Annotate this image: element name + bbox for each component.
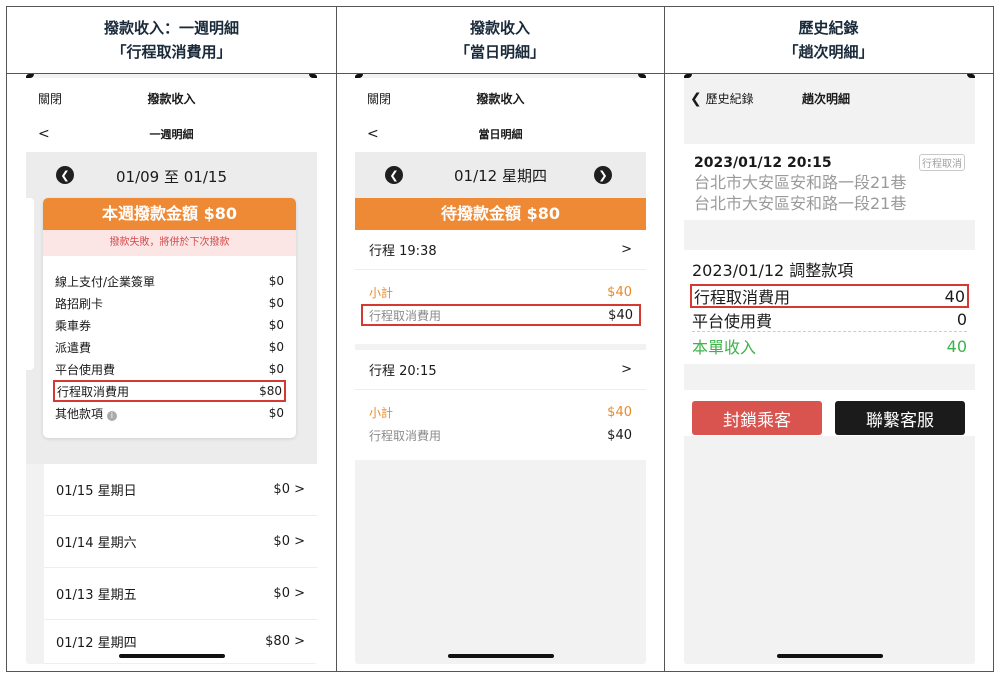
weekly-summary-area: ❮ 01/09 至 01/15 本週撥款金額 $80 撥款失敗，將併於下次撥款 …: [26, 152, 317, 464]
breakdown-row-street-card: 路招刷卡 $0: [55, 296, 284, 311]
trip-cancel-fee: 行程取消費用 $40: [369, 427, 632, 443]
breakdown-row-online: 線上支付/企業簽單 $0: [55, 274, 284, 289]
top-nav: 關閉 撥款收入: [355, 78, 646, 118]
trip-card: 行程 19:38 > 小計 $40 行程取消費用 $40: [355, 230, 646, 344]
home-indicator: [118, 654, 225, 658]
day-row[interactable]: 01/14 星期六 $0 >: [44, 516, 317, 568]
nav-title: 撥款收入: [147, 91, 196, 106]
phone-daily-detail: 關閉 撥款收入 < 當日明細 ❮ 01/12 星期四 ❯ 待撥款金額 $80 行…: [355, 74, 646, 664]
day-row[interactable]: 01/15 星期日 $0 >: [44, 464, 317, 516]
home-indicator: [447, 654, 554, 658]
prev-card-edge: [26, 198, 34, 370]
nav-title: 趟次明細: [802, 91, 851, 106]
adjustment-title: 2023/01/12 調整款項: [692, 261, 854, 280]
block-passenger-button[interactable]: 封鎖乘客: [692, 401, 822, 435]
top-nav: ❮ 歷史紀錄 趟次明細: [684, 78, 975, 118]
date-selector: ❮ 01/12 星期四 ❯: [355, 152, 646, 198]
trip-info-card: 2023/01/12 20:15 行程取消 台北市大安區安和路一段21巷 台北市…: [684, 144, 975, 220]
chevron-right-icon[interactable]: ❯: [594, 166, 612, 184]
trip-card: 行程 20:15 > 小計 $40 行程取消費用 $40: [355, 350, 646, 460]
chevron-left-icon[interactable]: ❮: [56, 166, 74, 184]
adjust-row-income: 本單收入 40: [692, 336, 967, 358]
column-header-history: 歷史紀錄 「趟次明細」: [783, 19, 874, 61]
trip-subtotal: 小計 $40: [369, 284, 632, 300]
sub-nav-title: 一週明細: [149, 128, 194, 141]
chevron-left-icon: ❮: [690, 90, 702, 107]
trip-header[interactable]: 行程 20:15 >: [355, 350, 646, 390]
breakdown-row-cancel-fee: 行程取消費用 $80: [53, 380, 286, 402]
chevron-right-icon: >: [621, 362, 632, 377]
phone-weekly-detail: 關閉 撥款收入 < 一週明細 ❮ 01/09 至 01/15 本週撥款金額 $8…: [26, 74, 317, 664]
back-button[interactable]: ❮ 歷史紀錄: [690, 90, 754, 107]
column-header-daily: 撥款收入 「當日明細」: [454, 19, 545, 61]
sub-nav: < 當日明細: [355, 114, 646, 154]
breakdown-row-platform-fee: 平台使用費 $0: [55, 362, 284, 377]
sub-nav: < 一週明細: [26, 114, 317, 154]
sub-nav-title: 當日明細: [478, 128, 523, 141]
trip-subtotal: 小計 $40: [369, 404, 632, 420]
trip-header[interactable]: 行程 19:38 >: [355, 230, 646, 270]
column-header-weekly: 撥款收入：一週明細 「行程取消費用」: [103, 19, 239, 61]
adjustment-card: 2023/01/12 調整款項 行程取消費用 40 平台使用費 0 本單收入 40: [684, 250, 975, 364]
breakdown-row-voucher: 乘車券 $0: [55, 318, 284, 333]
adjust-row-cancel-fee: 行程取消費用 40: [690, 284, 969, 308]
date-range: 01/09 至 01/15: [116, 168, 227, 186]
dropoff-address: 台北市大安區安和路一段21巷: [694, 194, 907, 213]
weekly-breakdown: 線上支付/企業簽單 $0 路招刷卡 $0 乘車券 $0 派遣費 $0 平台使用費 $0 行…: [43, 256, 296, 424]
fail-notice: 撥款失敗，將併於下次撥款: [43, 230, 296, 256]
weekly-card: 本週撥款金額 $80 撥款失敗，將併於下次撥款 線上支付/企業簽單 $0 路招刷卡…: [43, 198, 296, 438]
column-divider: [336, 7, 337, 671]
pickup-address: 台北市大安區安和路一段21巷: [694, 173, 907, 192]
pending-amount: 待撥款金額 $80: [355, 198, 646, 230]
home-indicator: [776, 654, 883, 658]
phone-trip-detail: ❮ 歷史紀錄 趟次明細 2023/01/12 20:15 行程取消 台北市大安區…: [684, 74, 975, 664]
weekly-amount: 本週撥款金額 $80: [43, 198, 296, 230]
chevron-right-icon: >: [621, 242, 632, 257]
top-nav: 關閉 撥款收入: [26, 78, 317, 118]
breakdown-row-dispatch-fee: 派遣費 $0: [55, 340, 284, 355]
day-row[interactable]: 01/13 星期五 $0 >: [44, 568, 317, 620]
trip-datetime: 2023/01/12 20:15: [694, 154, 832, 171]
trip-cancel-fee: 行程取消費用 $40: [361, 304, 641, 326]
contact-support-button[interactable]: 聯繫客服: [835, 401, 965, 435]
column-divider: [664, 7, 665, 671]
breakdown-row-other: 其他款項 i $0: [55, 406, 284, 421]
status-badge: 行程取消: [919, 154, 965, 171]
nav-title: 撥款收入: [476, 91, 525, 106]
info-icon[interactable]: i: [106, 410, 117, 421]
adjust-row-platform-fee: 平台使用費 0: [692, 310, 967, 332]
